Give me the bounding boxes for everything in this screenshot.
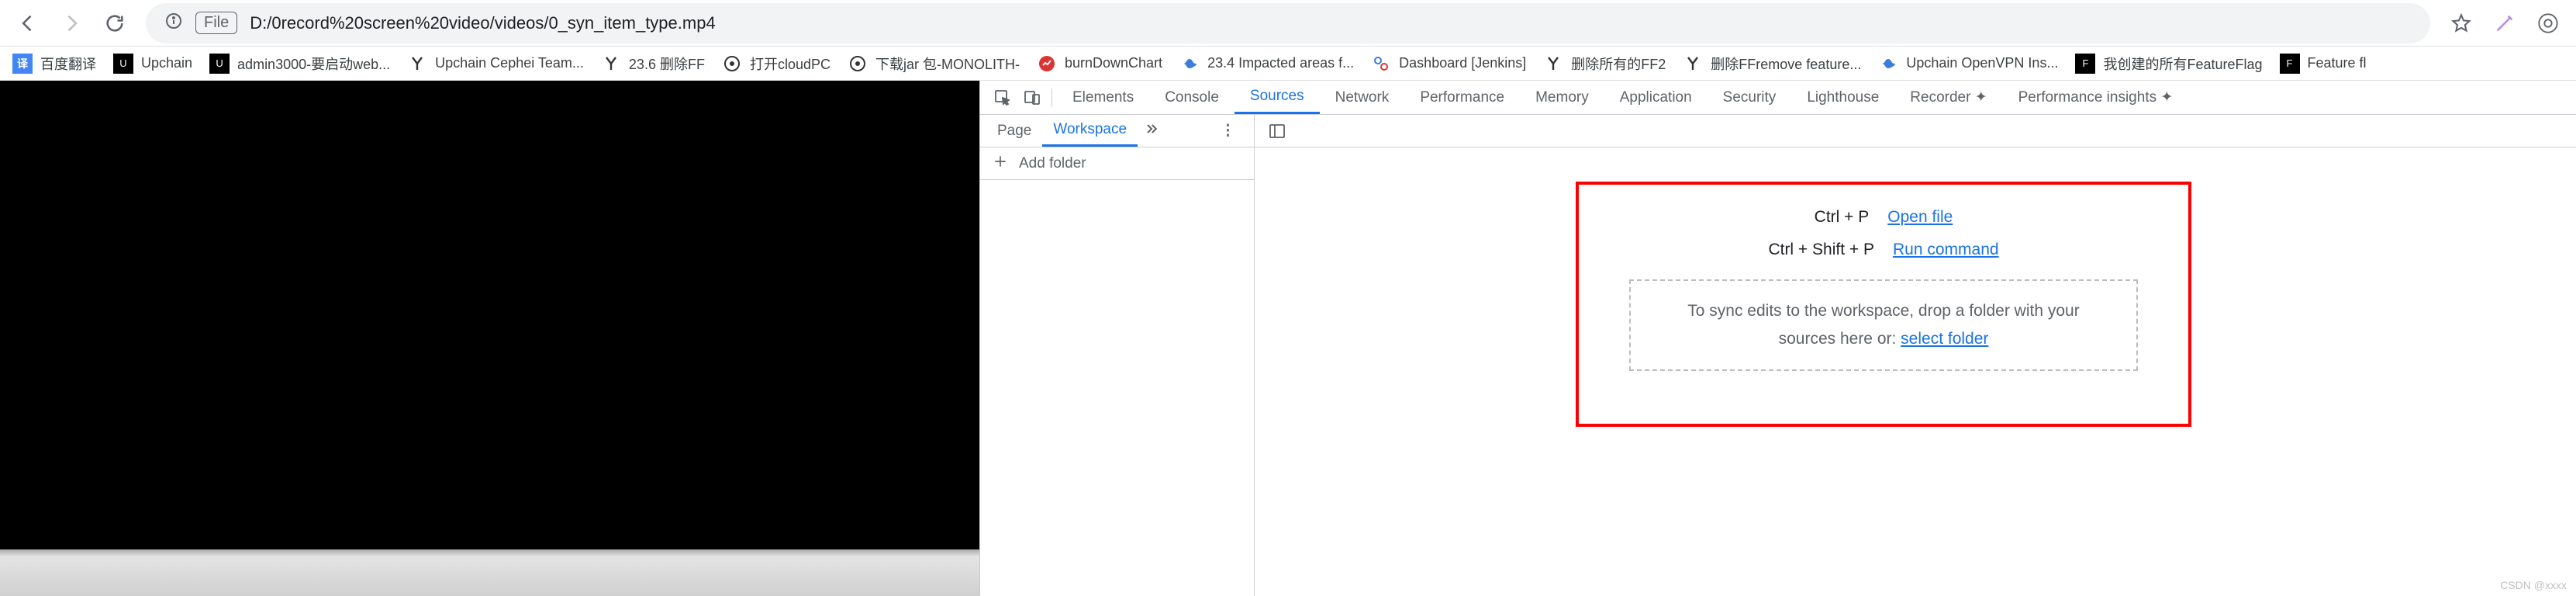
add-folder-label: Add folder xyxy=(1019,155,1086,172)
bookmark-item[interactable]: 译百度翻译 xyxy=(12,54,96,74)
bookmarks-bar: 译百度翻译 UUpchain Uadmin3000-要启动web... Upchain… xyxy=(0,47,2576,81)
watermark-text: CSDN @xxxx xyxy=(2500,579,2567,591)
bookmark-label: 我创建的所有FeatureFlag xyxy=(2103,54,2262,74)
bookmark-item[interactable]: 下载jar 包-MONOLITH- xyxy=(848,54,1020,74)
bookmark-label: 删除所有的FF2 xyxy=(1571,54,1666,74)
select-folder-link[interactable]: select folder xyxy=(1901,330,1988,348)
sources-subtabs: Page Workspace ⋮ xyxy=(980,115,1254,147)
bookmark-label: Dashboard [Jenkins] xyxy=(1399,55,1526,71)
devtools-tab-memory[interactable]: Memory xyxy=(1520,81,1604,114)
devtools-tab-network[interactable]: Network xyxy=(1320,81,1405,114)
drop-zone-text: To sync edits to the workspace, drop a f… xyxy=(1687,302,2079,348)
device-toggle-icon[interactable] xyxy=(1017,83,1047,113)
drop-zone[interactable]: To sync edits to the workspace, drop a f… xyxy=(1629,279,2138,371)
address-bar[interactable]: File D:/0record%20screen%20video/videos/… xyxy=(146,3,2430,43)
bookmark-label: Upchain xyxy=(141,55,192,71)
devtools-tab-lighthouse[interactable]: Lighthouse xyxy=(1791,81,1894,114)
kebab-menu-icon[interactable]: ⋮ xyxy=(1210,122,1248,140)
forward-button[interactable] xyxy=(59,11,84,36)
bookmark-item[interactable]: Upchain OpenVPN Ins... xyxy=(1878,54,2058,74)
bookmark-label: Upchain Cephei Team... xyxy=(435,55,584,71)
video-frame-taskbar xyxy=(0,549,979,596)
devtools-tab-sources[interactable]: Sources xyxy=(1234,81,1320,114)
video-content[interactable] xyxy=(0,81,979,596)
devtools-tab-security[interactable]: Security xyxy=(1708,81,1792,114)
bookmark-item[interactable]: FFeature fl xyxy=(2280,54,2367,74)
bookmark-item[interactable]: 删除FFremove feature... xyxy=(1683,54,1861,74)
bookmark-item[interactable]: 23.4 Impacted areas f... xyxy=(1179,54,1354,74)
devtools-tab-performance[interactable]: Performance xyxy=(1404,81,1520,114)
bookmark-label: 23.4 Impacted areas f... xyxy=(1207,55,1354,71)
bookmark-label: Feature fl xyxy=(2308,55,2367,71)
plus-icon xyxy=(993,154,1008,174)
bookmark-label: 23.6 删除FF xyxy=(629,54,705,74)
devtools-tab-performance-insights[interactable]: Performance insights ✦ xyxy=(2003,81,2189,114)
browser-nav-bar: File D:/0record%20screen%20video/videos/… xyxy=(0,0,2576,47)
more-subtabs-icon[interactable] xyxy=(1144,121,1159,141)
bookmark-label: 下载jar 包-MONOLITH- xyxy=(875,54,1020,74)
devtools-tab-elements[interactable]: Elements xyxy=(1057,81,1149,114)
bookmark-label: 百度翻译 xyxy=(40,54,96,74)
run-command-shortcut: Ctrl + Shift + P xyxy=(1768,241,1874,259)
sources-sidebar: Page Workspace ⋮ Add folder xyxy=(980,115,1255,596)
bookmark-label: 删除FFremove feature... xyxy=(1711,54,1861,74)
devtools-tab-application[interactable]: Application xyxy=(1604,81,1708,114)
bookmark-item[interactable]: Dashboard [Jenkins] xyxy=(1371,54,1526,74)
url-text: D:/0record%20screen%20video/videos/0_syn… xyxy=(250,13,715,33)
bookmark-label: Upchain OpenVPN Ins... xyxy=(1906,55,2058,71)
bookmark-item[interactable]: F我创建的所有FeatureFlag xyxy=(2075,54,2262,74)
info-icon[interactable] xyxy=(164,12,183,35)
bookmark-item[interactable]: Uadmin3000-要启动web... xyxy=(209,54,390,74)
bookmark-item[interactable]: 23.6 删除FF xyxy=(601,54,705,74)
reload-button[interactable] xyxy=(102,11,127,36)
devtools-panel: ElementsConsoleSourcesNetworkPerformance… xyxy=(979,81,2576,596)
devtools-header: ElementsConsoleSourcesNetworkPerformance… xyxy=(980,81,2576,115)
highlighted-hint-box: Ctrl + P Open file Ctrl + Shift + P Run … xyxy=(1576,182,2191,427)
subtab-page[interactable]: Page xyxy=(986,115,1042,147)
open-file-shortcut: Ctrl + P xyxy=(1815,208,1870,227)
devtools-tab-console[interactable]: Console xyxy=(1149,81,1234,114)
toggle-navigator-icon[interactable] xyxy=(1262,116,1292,146)
open-file-link[interactable]: Open file xyxy=(1887,208,1953,227)
bookmark-item[interactable]: 删除所有的FF2 xyxy=(1543,54,1666,74)
back-button[interactable] xyxy=(16,11,40,36)
bookmark-label: admin3000-要启动web... xyxy=(237,54,390,74)
bookmark-item[interactable]: 打开cloudPC xyxy=(722,54,830,74)
add-folder-button[interactable]: Add folder xyxy=(980,147,1254,180)
profile-circle-icon[interactable] xyxy=(2536,11,2560,36)
run-command-link[interactable]: Run command xyxy=(1893,241,1999,259)
star-bookmark-icon[interactable] xyxy=(2449,11,2474,36)
sources-editor-area: Ctrl + P Open file Ctrl + Shift + P Run … xyxy=(1255,115,2576,596)
inspect-element-icon[interactable] xyxy=(988,83,1017,113)
bookmark-item[interactable]: UUpchain xyxy=(113,54,192,74)
bookmark-item[interactable]: burnDownChart xyxy=(1037,54,1162,74)
bookmark-label: 打开cloudPC xyxy=(750,54,830,74)
devtools-tab-recorder[interactable]: Recorder ✦ xyxy=(1894,81,2002,114)
subtab-workspace[interactable]: Workspace xyxy=(1042,115,1138,147)
bookmark-label: burnDownChart xyxy=(1065,55,1162,71)
main-area: ElementsConsoleSourcesNetworkPerformance… xyxy=(0,81,2576,596)
pen-extension-icon[interactable] xyxy=(2492,11,2517,36)
bookmark-item[interactable]: Upchain Cephei Team... xyxy=(407,54,584,74)
file-badge: File xyxy=(195,12,237,34)
